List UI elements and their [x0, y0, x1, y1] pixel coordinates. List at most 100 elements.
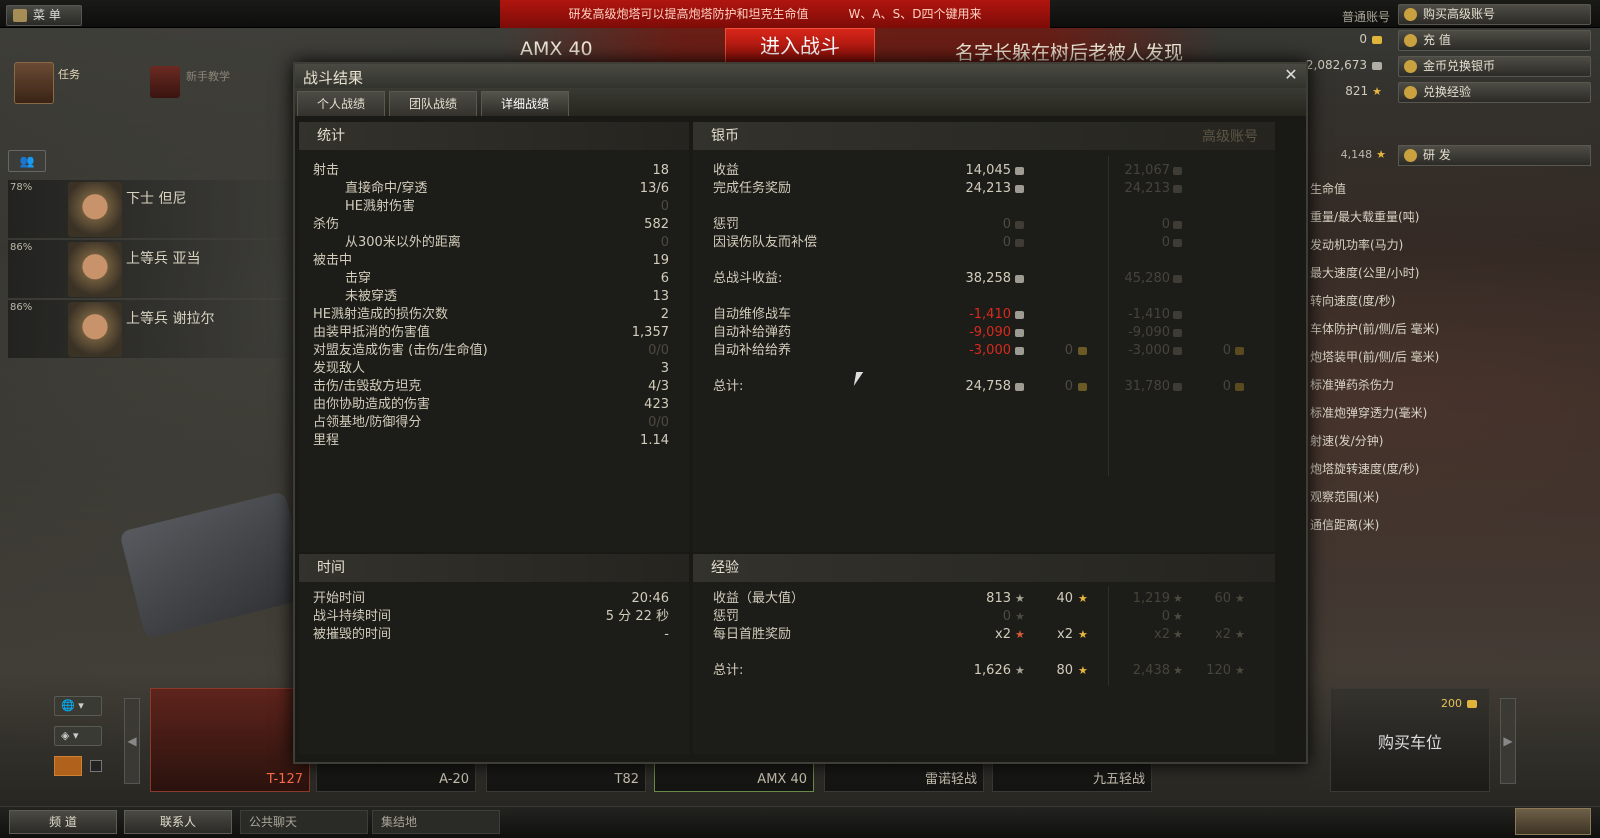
credit-value: 24,758: [965, 379, 1012, 394]
quest-label[interactable]: 任务: [58, 66, 80, 82]
premium-xp-tank-value: 120: [1206, 663, 1231, 678]
stat-label: HE溅射伤害: [345, 199, 415, 214]
stat-value: 4/3: [648, 379, 669, 394]
research-button[interactable]: 研 发: [1398, 145, 1591, 166]
silver-icon: [1015, 347, 1024, 355]
crew-portrait: [68, 242, 122, 297]
menu-button[interactable]: 菜 单: [6, 5, 82, 26]
tutorial-label[interactable]: 新手教学: [186, 68, 230, 84]
star-icon: [1404, 8, 1417, 21]
battle-button[interactable]: 进入战斗: [725, 28, 875, 64]
tab-detailed[interactable]: 详细战绩: [481, 91, 569, 116]
tank-slot[interactable]: T-127: [150, 688, 310, 792]
crew-toggle-button[interactable]: 👥: [8, 150, 46, 172]
chat-icon[interactable]: [1515, 808, 1591, 835]
engine-model: [119, 491, 311, 639]
xp-star-icon: ★: [1376, 148, 1386, 161]
recharge-button[interactable]: 充 值: [1398, 30, 1591, 51]
xp-label: 每日首胜奖励: [713, 627, 792, 642]
tutorial-icon[interactable]: [150, 66, 180, 98]
stat-label: 射击: [313, 163, 340, 178]
xp-star-icon: ★: [1173, 628, 1183, 641]
xp-star-icon: ★: [1015, 628, 1025, 641]
carousel-right-arrow[interactable]: ▶: [1500, 698, 1516, 784]
xp-label: 总计:: [713, 663, 744, 678]
stat-row: 由你协助造成的伤害 423: [313, 396, 669, 414]
battle-results-dialog: 战斗结果 ✕ 个人战绩 团队战绩 详细战绩 统计 射击 18 直接命中/穿透 13/6…: [293, 62, 1308, 764]
xp-row: 收益（最大值） 813 ★ 40 ★ 1,219 ★ 60 ★: [713, 590, 1273, 608]
xp-tank-value: 80: [1056, 663, 1073, 678]
channels-button[interactable]: 频 道: [9, 810, 117, 834]
xp-value: 0: [1002, 609, 1011, 624]
xp-label: 收益（最大值）: [713, 591, 805, 606]
buy-premium-button[interactable]: 购买高级账号: [1398, 4, 1591, 25]
rally-tab[interactable]: 集结地: [372, 810, 500, 834]
stat-row: 对盟友造成伤害 (击伤/生命值) 0/0: [313, 342, 669, 360]
buy-slot-button[interactable]: 200 购买车位: [1330, 688, 1490, 792]
xp-star-icon: ★: [1015, 610, 1025, 623]
credit-label: 收益: [713, 163, 740, 178]
stat-value: 18: [652, 163, 669, 178]
gold-balance: 0: [1282, 32, 1382, 46]
xp-tank-value: x2: [1057, 627, 1073, 642]
silver-icon: [1173, 347, 1182, 355]
tab-personal[interactable]: 个人战绩: [297, 91, 385, 116]
stat-label: 发现敌人: [313, 361, 366, 376]
stat-label: 击伤/击毁敌方坦克: [313, 379, 422, 394]
xp-tank-value: 40: [1056, 591, 1073, 606]
dialog-title: 战斗结果: [303, 69, 364, 87]
account-type: 普通账号: [1341, 10, 1390, 24]
credit-value: 14,045: [965, 163, 1012, 178]
stat-value: 19: [652, 253, 669, 268]
tab-bar: 个人战绩 团队战绩 详细战绩: [295, 88, 1306, 116]
tab-team[interactable]: 团队战绩: [389, 91, 477, 116]
stat-value: 0/0: [648, 343, 669, 358]
time-row: 被摧毁的时间 -: [313, 626, 669, 644]
public-chat-tab[interactable]: 公共聊天: [240, 810, 368, 834]
credit-gold-value: 0: [1064, 343, 1073, 358]
close-icon[interactable]: ✕: [1282, 66, 1300, 84]
credit-label: 自动补给给养: [713, 343, 792, 358]
tank-stat-label: 炮塔装甲(前/侧/后 毫米): [1310, 350, 1440, 364]
exchange-gold-button[interactable]: 金币兑换银币: [1398, 56, 1591, 77]
tank-icon-filter[interactable]: [54, 756, 82, 776]
crew-member[interactable]: 86% 上等兵 谢拉尔: [8, 300, 290, 358]
stat-value: 0: [660, 199, 669, 214]
stat-label: 对盟友造成伤害 (击伤/生命值): [313, 343, 488, 358]
time-value: 20:46: [631, 591, 669, 606]
stat-label: 直接命中/穿透: [345, 181, 428, 196]
stat-label: 里程: [313, 433, 340, 448]
nation-filter[interactable]: 🌐 ▾: [54, 696, 102, 716]
credit-row: 自动补给给养 -3,000 0 -3,000 0: [713, 342, 1273, 360]
xp-star-icon: ★: [1235, 628, 1245, 641]
gold-icon: [1235, 347, 1244, 355]
section-header: 经验: [693, 554, 1275, 582]
premium-xp-tank-value: x2: [1215, 627, 1231, 642]
stat-value: 0/0: [648, 415, 669, 430]
stat-row: 里程 1.14: [313, 432, 669, 450]
silver-icon: [1173, 185, 1182, 193]
stat-label: 占领基地/防御得分: [313, 415, 422, 430]
xp-star-icon: ★: [1235, 664, 1245, 677]
credit-row: 完成任务奖励 24,213 24,213: [713, 180, 1273, 198]
crew-member[interactable]: 86% 上等兵 亚当: [8, 240, 290, 298]
contacts-button[interactable]: 联系人: [124, 810, 232, 834]
silver-icon: [1015, 311, 1024, 319]
quest-icon[interactable]: [14, 62, 54, 104]
player-name: 名字长躲在树后老被人发现: [955, 42, 1184, 64]
stat-label: 由你协助造成的伤害: [313, 397, 431, 412]
crew-member[interactable]: 78% 下士 但尼: [8, 180, 290, 238]
xp-label: 惩罚: [713, 609, 740, 624]
credit-value: 0: [1002, 235, 1011, 250]
convert-xp-button[interactable]: 兑换经验: [1398, 82, 1591, 103]
silver-icon: [1015, 167, 1024, 175]
type-filter[interactable]: ◈ ▾: [54, 726, 102, 746]
credit-row: 因误伤队友而补偿 0 0: [713, 234, 1273, 252]
premium-xp-value: x2: [1154, 627, 1170, 642]
credit-row: 自动补给弹药 -9,090 -9,090: [713, 324, 1273, 342]
research-icon: [1404, 149, 1417, 162]
carousel-left-arrow[interactable]: ◀: [124, 698, 140, 784]
time-section: 时间 开始时间 20:46 战斗持续时间 5 分 22 秒被摧毁的时间 -: [299, 554, 689, 754]
filter-checkbox[interactable]: [90, 760, 102, 772]
silver-icon: [1015, 275, 1024, 283]
